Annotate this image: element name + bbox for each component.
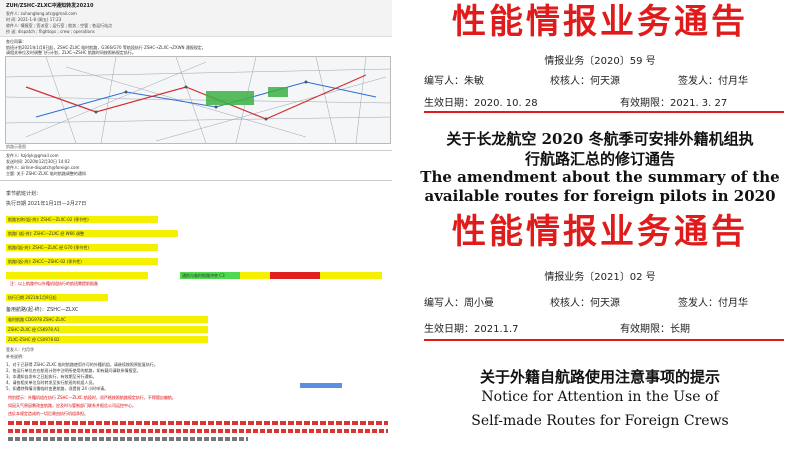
notice2-reviewer: 校核人：何天源 — [550, 294, 620, 309]
signer-label: 签发人： — [678, 76, 718, 87]
notice2-validity: 有效期限：长期 — [620, 320, 690, 335]
date-highlight: 执行日期 2021年1月9日起 — [6, 294, 108, 301]
red-text-block — [8, 429, 388, 433]
reviewer-value: 何天源 — [590, 76, 620, 87]
author-label: 编写人： — [424, 298, 464, 309]
blue-highlight — [300, 383, 342, 388]
conflict-red-highlight — [270, 272, 322, 279]
validity-value: 2021. 3. 27 — [670, 98, 728, 109]
red-warning-line: 违反本规定造成的一切后果由执行机组承担。 — [8, 411, 88, 416]
email-cc: 抄 送: dispatch ; flightops ; crew ; opera… — [6, 29, 95, 34]
reviewer-label: 校核人： — [550, 76, 590, 87]
reviewer-value: 何天源 — [590, 298, 620, 309]
period-line: 执行日期 2021年1月1日—2月27日 — [6, 201, 87, 207]
notice1-effective: 生效日期：2020. 10. 28 — [424, 94, 538, 109]
validity-value: 长期 — [670, 324, 690, 335]
red-text-block — [8, 421, 388, 425]
notice1-heading-cn-2: 行航路汇总的修订通告 — [524, 150, 675, 168]
email-signature: 签发人：付月华 — [6, 347, 34, 352]
flight-header: 备用航路(起-终)：ZSHC—ZLXC — [6, 307, 79, 313]
flight-highlight-row: ZLXC-ZSHC 经 CSX978 B2 — [6, 336, 208, 343]
notices-panel: 性能情报业务通告 情报业务〔2020〕59 号 编写人：朱敏 校核人：何天源 签… — [400, 0, 800, 450]
conflict-green-highlight: 通航与临时航路冲突 C3 — [180, 272, 242, 279]
notice2-title: 性能情报业务通告 — [452, 212, 748, 252]
notice1-heading-cn: 关于长龙航空 2020 冬航季可安排外籍机组执 — [446, 130, 754, 148]
signer-label: 签发人： — [678, 298, 718, 309]
notice1-title: 性能情报业务通告 — [452, 2, 748, 42]
notice2-heading-en: Notice for Attention in the Use of — [481, 389, 719, 405]
flight-highlight-row: ZSHC-ZLXC 经 CSK978 A1 — [6, 326, 208, 333]
notice2-number: 情报业务〔2021〕02 号 — [544, 272, 656, 283]
notice1-number: 情报业务〔2020〕59 号 — [544, 56, 656, 67]
validity-label: 有效期限： — [620, 324, 670, 335]
notes-header: 补充说明： — [6, 354, 26, 359]
route-highlight-row: 航路名称/(起-终): ZSHC—ZLXC-02 (季节性) — [6, 216, 158, 223]
route-map-graphic — [5, 56, 391, 144]
effective-label: 生效日期： — [424, 98, 474, 109]
red-warning-line: 如因天气原因需改变航路，应及时与管制部门联系并报告公司运控中心。 — [8, 403, 136, 408]
note-line: 5、如遇特殊情况需临时变更航路，须提前 24 小时申请。 — [6, 386, 109, 391]
conflict-highlight-row — [6, 272, 148, 279]
notice1-author: 编写人：朱敏 — [424, 72, 484, 87]
signer-value: 付月华 — [718, 76, 748, 87]
validity-label: 有效期限： — [620, 98, 670, 109]
email-screenshot-panel: ZUH/ZSHC-ZLXC冲通知转发20210 发件人: zuhangtong.… — [0, 0, 392, 450]
email-header: ZUH/ZSHC-ZLXC冲通知转发20210 发件人: zuhangtong.… — [0, 0, 392, 37]
conflict-yellow-highlight — [240, 272, 272, 279]
email-divider — [0, 150, 392, 151]
email-subject[interactable]: ZUH/ZSHC-ZLXC冲通知转发20210 — [6, 2, 94, 9]
notice2-effective: 生效日期：2021.1.7 — [424, 320, 519, 335]
effective-value: 2020. 10. 28 — [474, 98, 538, 109]
flight-highlight-row: 临时航路 CDG978 ZSHC-ZLXC — [6, 316, 208, 323]
notice1-validity: 有效期限：2021. 3. 27 — [620, 94, 727, 109]
effective-label: 生效日期： — [424, 324, 474, 335]
signer-value: 付月华 — [718, 298, 748, 309]
author-value: 周小曼 — [464, 298, 494, 309]
notice2-red-rule — [424, 339, 784, 341]
forwarded-subject: 主题: 关于 ZSHC-ZLXC 临时航路调整的通知 — [6, 171, 86, 176]
effective-value: 2021.1.7 — [474, 324, 519, 335]
route-chart-image — [5, 56, 391, 144]
notice2-signer: 签发人：付月华 — [678, 294, 748, 309]
red-warning-line: 特别提示：外籍机组在执行 ZSHC—ZLXC 航段时，须严格按照航路规定执行，不… — [8, 395, 176, 400]
notice1-red-rule — [424, 111, 784, 113]
route-highlight-row: 航路/ (起-终): ZSHC—ZLXC 经 W66 调整 — [6, 230, 178, 237]
gray-text-block — [8, 437, 248, 441]
notice2-heading-en-2: Self-made Routes for Foreign Crews — [471, 413, 729, 429]
season-label: 季节航班计划： — [6, 191, 42, 197]
conflict-note: 注：以上航路中以外籍机组执行的航班需提前报备 — [10, 281, 98, 286]
reviewer-label: 校核人： — [550, 298, 590, 309]
notice2-heading-cn: 关于外籍自航路使用注意事项的提示 — [479, 368, 720, 386]
notice2-author: 编写人：周小曼 — [424, 294, 494, 309]
conflict-yellow-tail — [320, 272, 382, 279]
notice1-signer: 签发人：付月华 — [678, 72, 748, 87]
author-value: 朱敏 — [464, 76, 484, 87]
email-divider — [0, 180, 392, 181]
notice1-heading-en-2: available routes for foreign pilots in 2… — [424, 187, 776, 205]
route-highlight-row: 航路/(起-终): ZHCC—ZSHC-02 (季节性) — [6, 258, 158, 265]
notice1-reviewer: 校核人：何天源 — [550, 72, 620, 87]
notice1-heading-en: The amendment about the summary of the — [420, 168, 780, 186]
route-highlight-row: 航路/(起-终): ZSHC—ZLXC 经 G70 (季节性) — [6, 244, 158, 251]
author-label: 编写人： — [424, 76, 464, 87]
